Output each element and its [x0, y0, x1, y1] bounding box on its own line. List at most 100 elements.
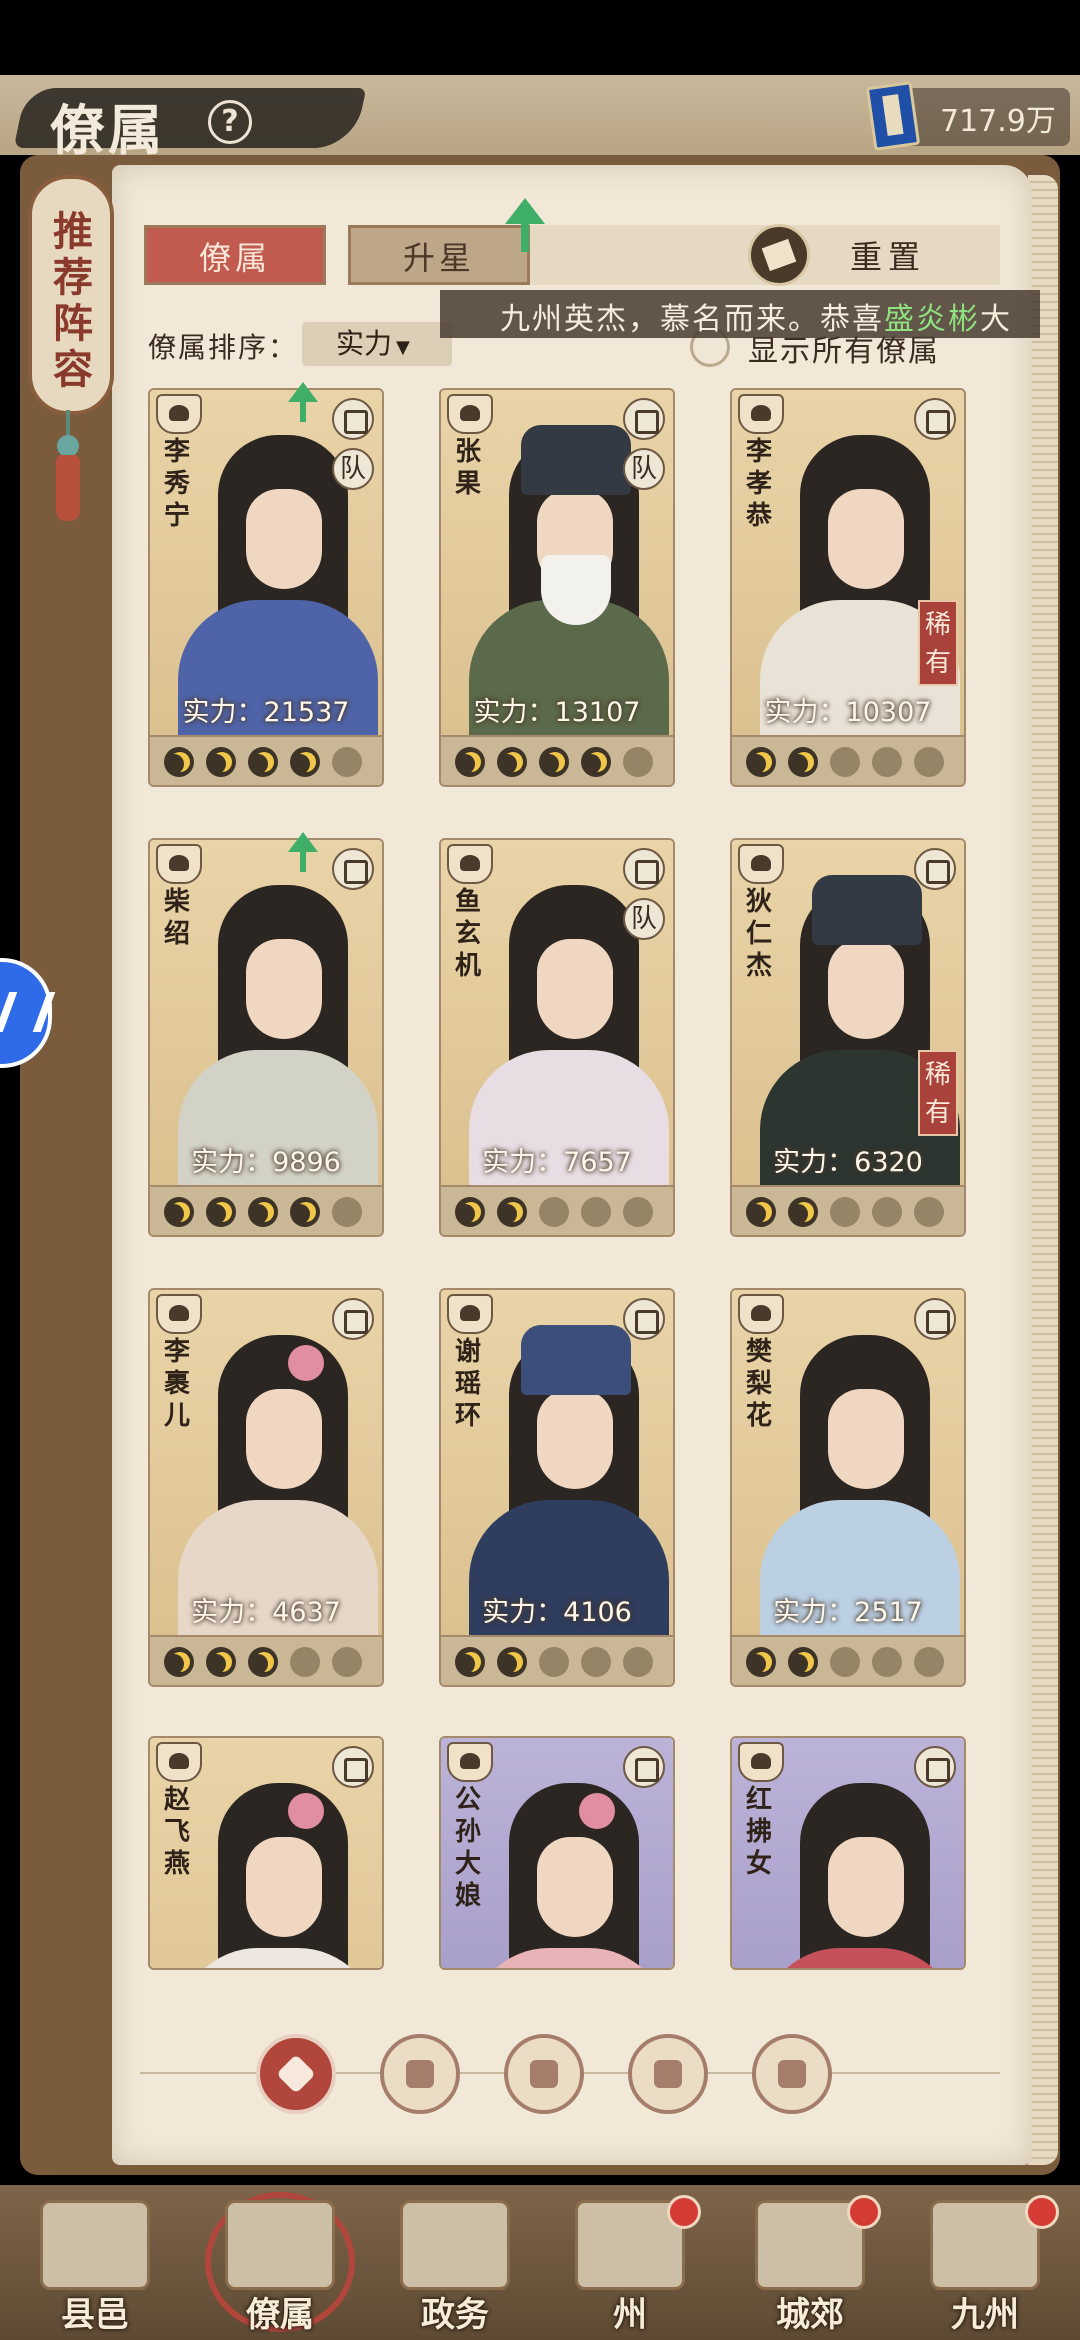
moon-star-icon [206, 747, 236, 777]
power-value: 实力：21537 [150, 690, 382, 729]
power-number: 4106 [563, 1597, 632, 1628]
character-name: 公孙大娘 [454, 1785, 481, 1911]
class-emblem-icon [738, 844, 784, 884]
subordinate-card[interactable]: 红拂女 [732, 1738, 964, 1968]
moon-star-icon [455, 747, 485, 777]
subordinate-card[interactable]: 鱼玄机 队实力：7657 [441, 840, 673, 1235]
card-frame: 李裹儿 实力：4637 [150, 1290, 382, 1685]
cat-filter-icon[interactable] [504, 2034, 584, 2114]
nav-label-nine-states: 九州 [951, 2295, 1019, 2335]
moon-star-icon [164, 1197, 194, 1227]
star-rating [732, 1185, 964, 1235]
subordinate-card[interactable]: 谢瑶环 实力：4106 [441, 1290, 673, 1685]
character-name: 李裹儿 [163, 1337, 190, 1431]
blue-book-icon [865, 81, 921, 151]
character-name: 赵飞燕 [163, 1785, 190, 1879]
upgrade-arrow-stem [300, 400, 306, 422]
tassel-bead [57, 435, 79, 457]
fan-filter-icon[interactable] [628, 2034, 708, 2114]
attribute-icon [914, 398, 956, 440]
character-name: 张果 [454, 437, 481, 499]
power-number: 2517 [854, 1597, 923, 1628]
recommended-lineup-button[interactable]: 推荐阵容 [28, 175, 114, 415]
currency-display[interactable]: 717.9万 [865, 81, 1070, 151]
subordinate-card[interactable]: 李裹儿 实力：4637 [150, 1290, 382, 1685]
tassel-tail [56, 455, 80, 521]
app-screen: 僚属 ? 717.9万 推荐阵容 僚属 升星 重置 僚属排序： 实力 ▼ 显示所有… [0, 0, 1080, 2340]
subordinate-card[interactable]: 狄仁杰 稀有 实力：6320 [732, 840, 964, 1235]
subordinate-card[interactable]: 李秀宁 队实力：21537 [150, 382, 382, 785]
notification-dot [667, 2195, 701, 2229]
character-name: 樊梨花 [745, 1337, 772, 1431]
nav-label-prefecture: 州 [613, 2295, 647, 2335]
class-emblem-icon [156, 1742, 202, 1782]
power-value: 实力：7657 [441, 1140, 673, 1179]
power-label: 实力： [182, 697, 264, 728]
moon-star-icon [497, 747, 527, 777]
card-frame: 狄仁杰 稀有 实力：6320 [732, 840, 964, 1235]
nav-affairs[interactable]: 政务 [380, 2195, 530, 2335]
marquee-prefix: 九州英杰，慕名而来。恭喜 [500, 302, 884, 337]
class-emblem-icon [156, 844, 202, 884]
help-button[interactable]: ? [208, 100, 252, 144]
portrait-face [828, 1389, 904, 1489]
empty-star-icon [539, 1647, 569, 1677]
all-filter-icon[interactable] [256, 2034, 336, 2114]
tab-subordinates[interactable]: 僚属 [144, 225, 326, 285]
portrait-robe [178, 1948, 378, 1968]
attribute-icon [914, 1298, 956, 1340]
page-edge [1028, 175, 1058, 2165]
portrait-hat [521, 425, 631, 495]
hair-flower [288, 1345, 324, 1381]
power-value: 实力：13107 [441, 690, 673, 729]
power-value: 实力：2517 [732, 1590, 964, 1629]
card-frame: 樊梨花实力：2517 [732, 1290, 964, 1685]
empty-star-icon [914, 747, 944, 777]
tab-star-up[interactable]: 升星 [348, 225, 530, 285]
nav-county[interactable]: 县邑 [20, 2195, 170, 2335]
subordinate-card[interactable]: 柴绍 实力：9896 [150, 832, 382, 1235]
power-number: 13107 [554, 697, 641, 728]
card-frame: 赵飞燕 [150, 1738, 382, 1968]
empty-star-icon [332, 1197, 362, 1227]
upgrade-arrow-stem [521, 222, 529, 252]
lion-filter-icon[interactable] [752, 2034, 832, 2114]
character-portrait [469, 1325, 669, 1640]
power-label: 实力： [773, 1597, 855, 1628]
attribute-icon [914, 1746, 956, 1788]
star-rating [150, 735, 382, 785]
empty-star-icon [830, 1197, 860, 1227]
power-number: 21537 [263, 697, 350, 728]
subordinate-card[interactable]: 赵飞燕 [150, 1738, 382, 1968]
subordinate-card[interactable]: 李孝恭 稀有 实力：10307 [732, 390, 964, 785]
map-scroll-icon [930, 2200, 1040, 2290]
sort-dropdown[interactable]: 实力 ▼ [302, 322, 452, 366]
moon-star-icon [248, 1197, 278, 1227]
moon-star-icon [788, 747, 818, 777]
power-label: 实力： [764, 697, 846, 728]
portrait-face [537, 1837, 613, 1937]
reset-button[interactable]: 重置 [850, 232, 926, 278]
reset-icon[interactable] [748, 224, 810, 286]
subordinate-card[interactable]: 张果 队实力：13107 [441, 390, 673, 785]
power-value: 实力：4106 [441, 1590, 673, 1629]
power-value: 实力：10307 [732, 690, 964, 729]
portrait-hat [521, 1325, 631, 1395]
character-portrait [760, 425, 960, 740]
card-frame: 柴绍 实力：9896 [150, 840, 382, 1235]
subordinate-card[interactable]: 公孙大娘 [441, 1738, 673, 1968]
card-frame: 谢瑶环 实力：4106 [441, 1290, 673, 1685]
moon-star-icon [164, 1647, 194, 1677]
nav-subordinates[interactable]: 僚属 [205, 2195, 355, 2335]
moon-star-icon [455, 1197, 485, 1227]
power-number: 4637 [272, 1597, 341, 1628]
subordinate-card[interactable]: 樊梨花实力：2517 [732, 1290, 964, 1685]
empty-star-icon [872, 1647, 902, 1677]
moon-star-icon [746, 747, 776, 777]
moon-star-icon [788, 1647, 818, 1677]
attribute-icon [914, 848, 956, 890]
chevron-down-icon: ▼ [396, 337, 410, 358]
moon-star-icon [206, 1197, 236, 1227]
helmet-filter-icon[interactable] [380, 2034, 460, 2114]
portrait-hat [812, 875, 922, 945]
